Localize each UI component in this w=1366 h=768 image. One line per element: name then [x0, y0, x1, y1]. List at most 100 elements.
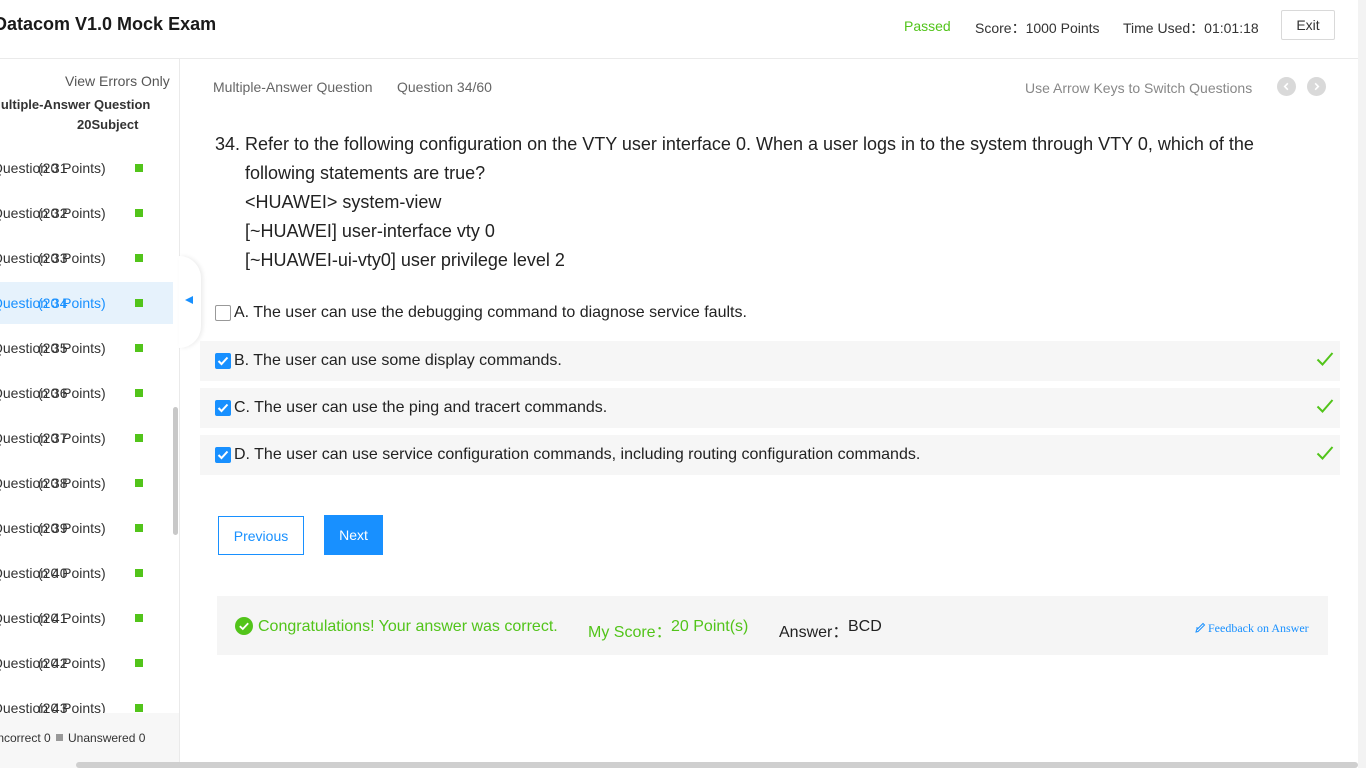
answered-status-icon [135, 614, 143, 622]
previous-button[interactable]: Previous [218, 516, 304, 555]
config-line: <HUAWEI> system-view [245, 192, 442, 212]
question-item-points: (20 Points) [38, 610, 106, 626]
exit-button[interactable]: Exit [1281, 10, 1335, 40]
sidebar-question-item[interactable]: Question 36(20 Points) [0, 372, 173, 414]
exam-title: Datacom V1.0 Mock Exam [0, 14, 217, 34]
option-text: C. The user can use the ping and tracert… [234, 399, 608, 416]
question-number: Question 34/60 [397, 79, 492, 95]
sidebar-question-item[interactable]: Question 34(20 Points) [0, 282, 173, 324]
sidebar-legend: Incorrect 0 Unanswered 0 [0, 713, 179, 768]
answer-value: BCD [848, 618, 882, 635]
question-item-points: (20 Points) [38, 430, 106, 446]
answered-status-icon [135, 209, 143, 217]
sidebar-question-item[interactable]: Question 40(20 Points) [0, 552, 173, 594]
answer-option[interactable]: B. The user can use some display command… [200, 341, 1340, 381]
next-question-arrow[interactable] [1307, 77, 1326, 96]
question-item-points: (20 Points) [38, 565, 106, 581]
top-header: Datacom V1.0 Mock Exam Passed Score：1000… [0, 0, 1358, 59]
answered-status-icon [135, 299, 143, 307]
collapse-sidebar-button[interactable] [179, 256, 201, 348]
sidebar-question-item[interactable]: Question 42(20 Points) [0, 642, 173, 684]
question-sidebar: View Errors Only Multiple-Answer Questio… [0, 59, 180, 768]
horizontal-scrollbar[interactable] [76, 762, 1358, 768]
question-stem: 34. Refer to the following configuration… [215, 130, 1315, 275]
config-line: [~HUAWEI] user-interface vty 0 [245, 221, 495, 241]
option-checkbox[interactable] [215, 447, 231, 463]
result-message: Congratulations! Your answer was correct… [258, 618, 558, 635]
sidebar-question-item[interactable]: Question 41(20 Points) [0, 597, 173, 639]
result-panel: Congratulations! Your answer was correct… [217, 596, 1328, 655]
feedback-link[interactable]: Feedback on Answer [1195, 621, 1309, 636]
checkmark-icon [217, 356, 229, 366]
option-text: D. The user can use service configuratio… [234, 446, 921, 463]
answer-label: Answer： [779, 624, 849, 641]
question-item-points: (20 Points) [38, 205, 106, 221]
answered-status-icon [135, 434, 143, 442]
question-item-points: (20 Points) [38, 520, 106, 536]
checkmark-icon [217, 450, 229, 460]
my-score-label: My Score： [588, 624, 672, 641]
checkmark-icon [217, 403, 229, 413]
answered-status-icon [135, 479, 143, 487]
sidebar-question-item[interactable]: Question 33(20 Points) [0, 237, 173, 279]
answer-option[interactable]: C. The user can use the ping and tracert… [200, 388, 1340, 428]
correct-check-icon [1316, 398, 1334, 419]
sidebar-question-item[interactable]: Question 32(20 Points) [0, 192, 173, 234]
question-item-points: (20 Points) [38, 475, 106, 491]
answered-status-icon [135, 164, 143, 172]
section-count: 20Subject [77, 117, 139, 132]
question-item-points: (20 Points) [38, 385, 106, 401]
answered-status-icon [135, 569, 143, 577]
answered-status-icon [135, 704, 143, 712]
question-item-points: (20 Points) [38, 655, 106, 671]
legend-unanswered-label: Unanswered 0 [68, 731, 146, 745]
option-checkbox[interactable] [215, 400, 231, 416]
caret-left-icon [185, 296, 193, 304]
my-score-value: 20 Point(s) [671, 618, 749, 635]
answer-option[interactable]: A. The user can use the debugging comman… [200, 293, 1340, 333]
correct-check-icon [1316, 351, 1334, 372]
sidebar-question-item[interactable]: Question 35(20 Points) [0, 327, 173, 369]
total-score: Score：1000 Points [975, 20, 1100, 36]
answered-status-icon [135, 254, 143, 262]
config-line: [~HUAWEI-ui-vty0] user privilege level 2 [245, 250, 565, 270]
answered-status-icon [135, 389, 143, 397]
legend-incorrect: Incorrect 0 [0, 731, 51, 745]
question-type: Multiple-Answer Question [213, 79, 373, 95]
section-title: Multiple-Answer Question [0, 97, 151, 112]
correct-check-icon [1316, 445, 1334, 466]
question-item-points: (20 Points) [38, 250, 106, 266]
page-vertical-scrollbar[interactable] [1358, 0, 1366, 768]
sidebar-question-item[interactable]: Question 38(20 Points) [0, 462, 173, 504]
chevron-left-icon [1283, 82, 1289, 91]
prev-question-arrow[interactable] [1277, 77, 1296, 96]
pass-status: Passed [904, 18, 951, 34]
next-button[interactable]: Next [324, 515, 383, 555]
option-checkbox[interactable] [215, 305, 231, 321]
option-checkbox[interactable] [215, 353, 231, 369]
check-circle-icon [235, 617, 253, 635]
question-item-points: (20 Points) [38, 340, 106, 356]
unanswered-square-icon [56, 734, 63, 741]
question-line: Refer to the following configuration on … [245, 134, 1254, 154]
question-item-points: (20 Points) [38, 160, 106, 176]
answered-status-icon [135, 659, 143, 667]
time-used: Time Used：01:01:18 [1123, 20, 1259, 36]
sidebar-question-item[interactable]: Question 37(20 Points) [0, 417, 173, 459]
arrow-keys-hint: Use Arrow Keys to Switch Questions [1025, 80, 1253, 96]
chevron-right-icon [1314, 82, 1320, 91]
question-item-points: (20 Points) [38, 295, 106, 311]
sidebar-scrollbar[interactable] [173, 407, 178, 535]
legend-unanswered: Unanswered 0 [56, 731, 145, 745]
answer-option[interactable]: D. The user can use service configuratio… [200, 435, 1340, 475]
question-line: following statements are true? [245, 163, 486, 183]
feedback-label: Feedback on Answer [1208, 621, 1309, 635]
sidebar-question-item[interactable]: Question 31(20 Points) [0, 147, 173, 189]
answered-status-icon [135, 344, 143, 352]
question-index: 34. [215, 134, 241, 154]
option-text: B. The user can use some display command… [234, 352, 562, 369]
option-text: A. The user can use the debugging comman… [234, 304, 747, 321]
view-errors-only-toggle[interactable]: View Errors Only [65, 73, 170, 89]
sidebar-question-item[interactable]: Question 39(20 Points) [0, 507, 173, 549]
edit-icon [1195, 622, 1206, 633]
